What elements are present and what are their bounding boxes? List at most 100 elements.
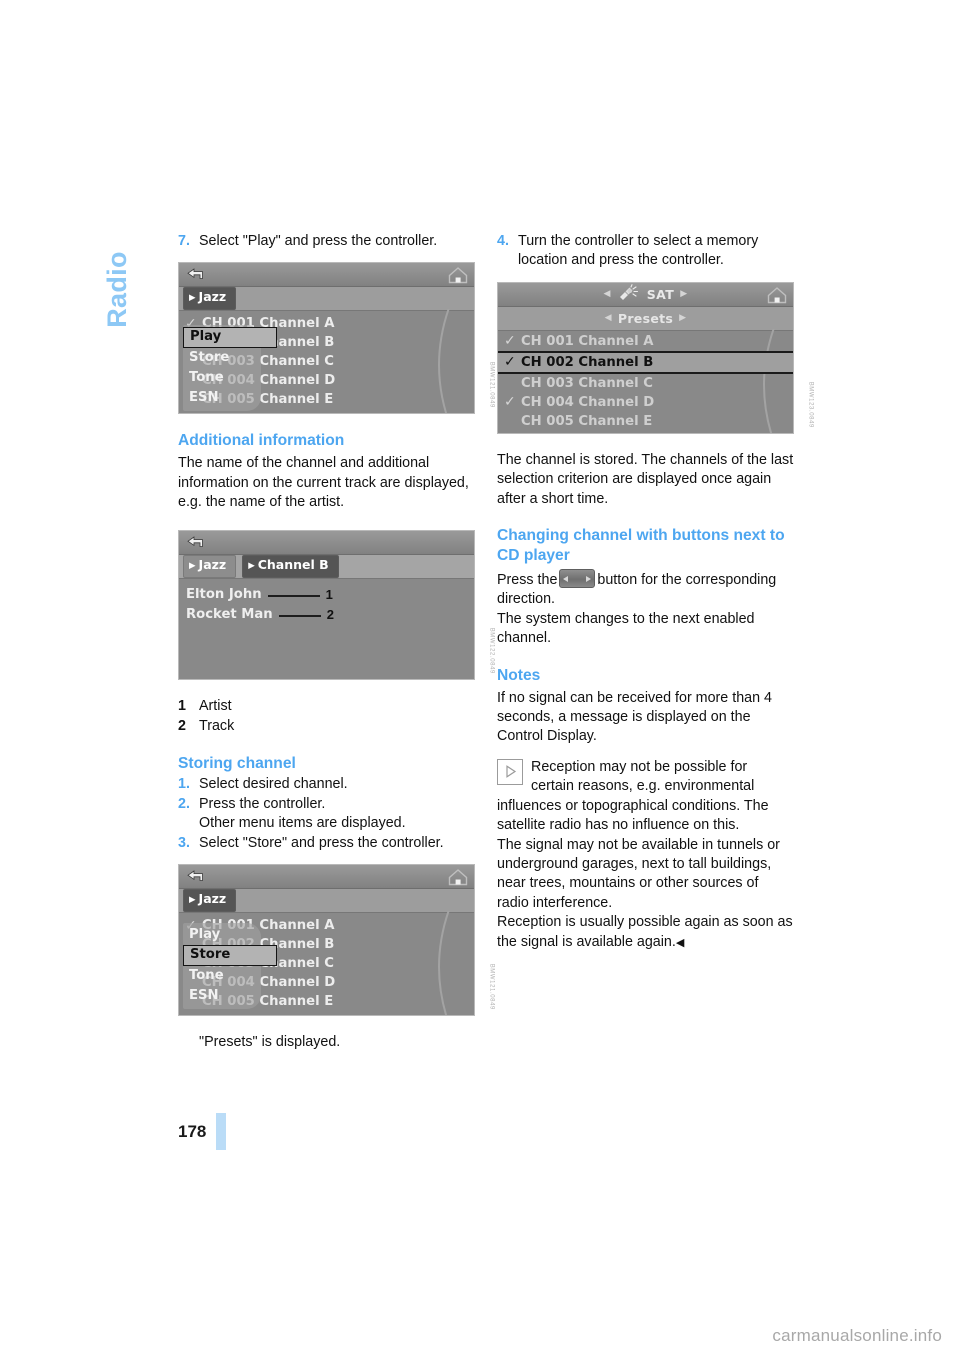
left-column: 7. Select "Play" and press the controlle… (178, 232, 494, 1052)
figure-info-wrapper: ▶ Jazz ▶ Channel B Elton John 1 Rocket Man… (178, 529, 494, 680)
idrive-statusbar: ◀ SAT ▶ (498, 282, 793, 309)
tab-jazz[interactable]: ▶ Jazz (183, 554, 237, 578)
chevron-right-icon: ▶ (189, 293, 196, 304)
idrive-preset-list: ✓ CH 001 Channel A ✓ CH 002 Channel B CH… (498, 328, 793, 433)
step-7-text: Select "Play" and press the controller. (199, 233, 438, 249)
chevron-right-icon: ▶ (189, 895, 196, 906)
idrive-screen-presets: ◀ SAT ▶ ◀ Presets ▶ ✓ CH 001 Channel A ✓… (497, 281, 794, 434)
step-4: 4. Turn the controller to select a memor… (497, 232, 794, 271)
end-marker: ◀ (675, 936, 685, 949)
idrive-list: ✓ CH 001 Channel A CH 002 Channel B CH 0… (179, 309, 474, 414)
menu-item-esn[interactable]: ESN (183, 388, 261, 408)
preset-row-3[interactable]: CH 003 Channel C (498, 374, 793, 393)
figure-presets-wrapper: ◀ SAT ▶ ◀ Presets ▶ ✓ CH 001 Channel A ✓… (497, 281, 813, 434)
legend-item-2: 2 Track (178, 717, 475, 736)
back-icon[interactable] (185, 869, 204, 888)
tab-presets-label: Presets (617, 310, 674, 326)
preset-row-1[interactable]: ✓ CH 001 Channel A (498, 332, 793, 351)
check-icon: ✓ (504, 394, 516, 411)
chevron-left-icon[interactable]: ◀ (605, 313, 612, 323)
storing-step-2-text: Press the controller. Other menu items a… (199, 795, 475, 834)
tab-presets[interactable]: ◀ Presets ▶ (605, 311, 687, 326)
tab-channel-b[interactable]: ▶ Channel B (242, 554, 339, 578)
manual-page: Radio 7. Select "Play" and press the con… (0, 0, 960, 1358)
menu-item-play[interactable]: Play (183, 327, 277, 349)
triangle-note-icon (497, 758, 523, 785)
idrive-info-area: Elton John 1 Rocket Man 2 (179, 578, 474, 679)
presets-caption: "Presets" is displayed. (199, 1034, 341, 1051)
menu-item-tone[interactable]: Tone (183, 368, 261, 388)
cd-skip-button-icon (559, 569, 596, 589)
tab-jazz[interactable]: ▶ Jazz (183, 889, 237, 913)
storing-step-2: 2. Press the controller. Other menu item… (178, 795, 475, 834)
chevron-right-icon: ▶ (189, 560, 196, 571)
callout-2: 2 (326, 607, 334, 623)
chevron-right-icon[interactable]: ▶ (680, 289, 687, 299)
right-column: 4. Turn the controller to select a memor… (497, 232, 813, 953)
idrive-tabbar: ▶ Jazz (179, 287, 474, 312)
figure-code: BMW121.0849 (488, 362, 494, 409)
chapter-tab: Radio (97, 222, 137, 382)
idrive-statusbar (179, 865, 474, 891)
home-icon[interactable] (447, 868, 469, 891)
storing-step-3-number: 3. (178, 834, 190, 851)
preset-row-5-label: CH 005 Channel E (521, 413, 653, 429)
track-row: Rocket Man 2 (179, 605, 474, 625)
preset-row-2-label: CH 002 Channel B (521, 354, 654, 370)
legend-1-label: Artist (199, 697, 232, 714)
idrive-tabbar: ▶ Jazz (179, 889, 474, 914)
home-icon[interactable] (447, 266, 469, 289)
changing-channel-para: Press the button for the corresponding di… (497, 569, 794, 610)
note-callout: Reception may not be possible for certai… (497, 758, 794, 836)
heading-additional-information: Additional information (178, 432, 345, 450)
artist-row: Elton John 1 (179, 585, 474, 605)
back-icon[interactable] (185, 535, 204, 554)
notes-body-3: The signal may not be available in tunne… (497, 836, 780, 911)
storing-step-3: 3. Select "Store" and press the controll… (178, 834, 475, 853)
chapter-tab-label: Radio (101, 251, 132, 328)
legend-1-number: 1 (178, 697, 186, 714)
storing-step-2-main: Press the controller. (199, 795, 326, 812)
step-7: 7. Select "Play" and press the controlle… (178, 232, 475, 251)
preset-row-2[interactable]: ✓ CH 002 Channel B (498, 350, 793, 374)
chevron-left-icon[interactable]: ◀ (603, 289, 610, 299)
menu-item-store[interactable]: Store (183, 348, 261, 368)
additional-information-body: The name of the channel and additional i… (178, 455, 469, 511)
preset-row-5[interactable]: CH 005 Channel E (498, 412, 793, 431)
check-icon: ✓ (504, 354, 516, 371)
notes-body-2: Reception may not be possible for certai… (497, 758, 769, 834)
tab-jazz[interactable]: ▶ Jazz (183, 287, 237, 311)
step-7-number: 7. (178, 233, 190, 249)
context-menu-play: Play Store Tone ESN (183, 325, 277, 412)
storing-step-1-text: Select desired channel. (199, 776, 348, 793)
changing-channel-line2: The system changes to the next enabled c… (497, 610, 755, 647)
idrive-tabbar-presets: ◀ Presets ▶ (498, 306, 793, 331)
stored-body: The channel is stored. The channels of t… (497, 451, 794, 507)
menu-item-play[interactable]: Play (183, 925, 261, 945)
satellite-icon (617, 284, 641, 304)
back-icon[interactable] (185, 267, 204, 286)
notes-body-4-text: Reception is usually possible again as s… (497, 914, 793, 950)
legend-2-label: Track (199, 718, 235, 735)
figure-store-wrapper: ▶Jazz ✓ CH 001 Channel A CH 002 Channel … (178, 864, 494, 1017)
menu-item-tone[interactable]: Tone (183, 966, 261, 986)
idrive-statusbar (179, 263, 474, 289)
changing-channel-text-before: Press the (497, 572, 558, 589)
chevron-right-icon: ▶ (248, 560, 255, 571)
artist-value: Elton John (186, 587, 262, 603)
figure-code: BMW121.0849 (488, 963, 494, 1011)
storing-step-3-text: Select "Store" and press the controller. (199, 834, 444, 851)
preset-row-4[interactable]: ✓ CH 004 Channel D (498, 393, 793, 412)
context-menu-store: Play Store Tone ESN (183, 923, 277, 1010)
home-icon[interactable] (766, 286, 788, 309)
chevron-right-icon[interactable]: ▶ (679, 313, 686, 323)
idrive-screen-store: ▶Jazz ✓ CH 001 Channel A CH 002 Channel … (178, 864, 475, 1017)
idrive-list: ✓ CH 001 Channel A CH 002 Channel B CH 0… (179, 911, 474, 1016)
menu-item-store[interactable]: Store (183, 945, 277, 967)
menu-item-esn[interactable]: ESN (183, 986, 261, 1006)
heading-notes: Notes (497, 666, 541, 684)
idrive-screen-play: ▶Jazz ✓ CH 001 Channel A CH 002 Channel … (178, 262, 475, 415)
idrive-statusbar (179, 530, 474, 555)
step-4-number: 4. (497, 233, 509, 249)
legend-2-number: 2 (178, 718, 186, 735)
